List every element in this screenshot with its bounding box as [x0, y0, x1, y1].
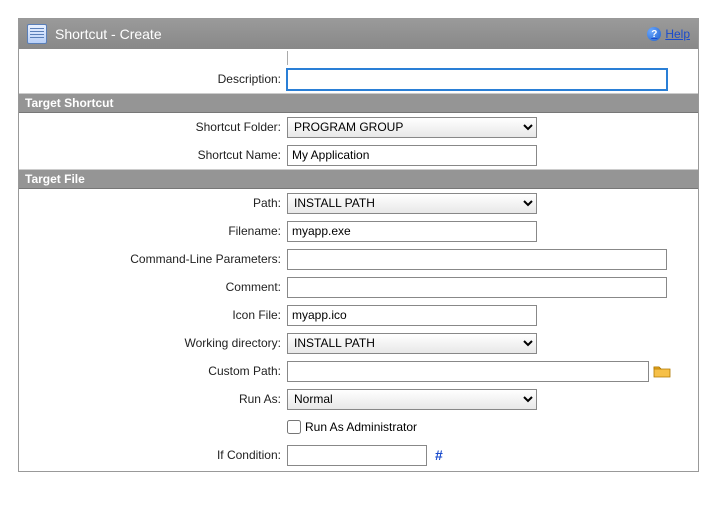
custom-path-input[interactable] — [287, 361, 649, 382]
path-select[interactable]: INSTALL PATH — [287, 193, 537, 214]
help-label: Help — [665, 27, 690, 41]
run-as-label: Run As: — [25, 392, 287, 406]
working-dir-label: Working directory: — [25, 336, 287, 350]
dialog-title: Shortcut - Create — [55, 26, 647, 42]
help-link[interactable]: ? Help — [647, 27, 690, 41]
if-condition-label: If Condition: — [25, 448, 287, 462]
shortcut-name-label: Shortcut Name: — [25, 148, 287, 162]
run-as-select[interactable]: Normal — [287, 389, 537, 410]
filename-input[interactable] — [287, 221, 537, 242]
help-icon: ? — [647, 27, 661, 41]
description-label: Description: — [25, 72, 287, 86]
icon-file-input[interactable] — [287, 305, 537, 326]
cmd-params-input[interactable] — [287, 249, 667, 270]
custom-path-label: Custom Path: — [25, 364, 287, 378]
if-condition-input[interactable] — [287, 445, 427, 466]
icon-file-label: Icon File: — [25, 308, 287, 322]
shortcut-name-input[interactable] — [287, 145, 537, 166]
run-as-admin-label: Run As Administrator — [305, 420, 417, 434]
dialog-header: Shortcut - Create ? Help — [19, 19, 698, 49]
path-label: Path: — [25, 196, 287, 210]
section-target-shortcut: Target Shortcut — [19, 93, 698, 113]
comment-input[interactable] — [287, 277, 667, 298]
document-icon — [27, 24, 47, 44]
browse-folder-icon[interactable] — [653, 364, 671, 378]
comment-label: Comment: — [25, 280, 287, 294]
section-target-file: Target File — [19, 169, 698, 189]
form-area: Description: Target Shortcut Shortcut Fo… — [19, 49, 698, 471]
cmd-params-label: Command-Line Parameters: — [25, 252, 287, 266]
description-input[interactable] — [287, 69, 667, 90]
shortcut-folder-label: Shortcut Folder: — [25, 120, 287, 134]
shortcut-folder-select[interactable]: PROGRAM GROUP — [287, 117, 537, 138]
top-divider — [19, 51, 698, 65]
working-dir-select[interactable]: INSTALL PATH — [287, 333, 537, 354]
dialog-container: Shortcut - Create ? Help Description: Ta… — [18, 18, 699, 472]
filename-label: Filename: — [25, 224, 287, 238]
run-as-admin-checkbox[interactable] — [287, 420, 301, 434]
hash-button[interactable]: # — [431, 447, 443, 463]
